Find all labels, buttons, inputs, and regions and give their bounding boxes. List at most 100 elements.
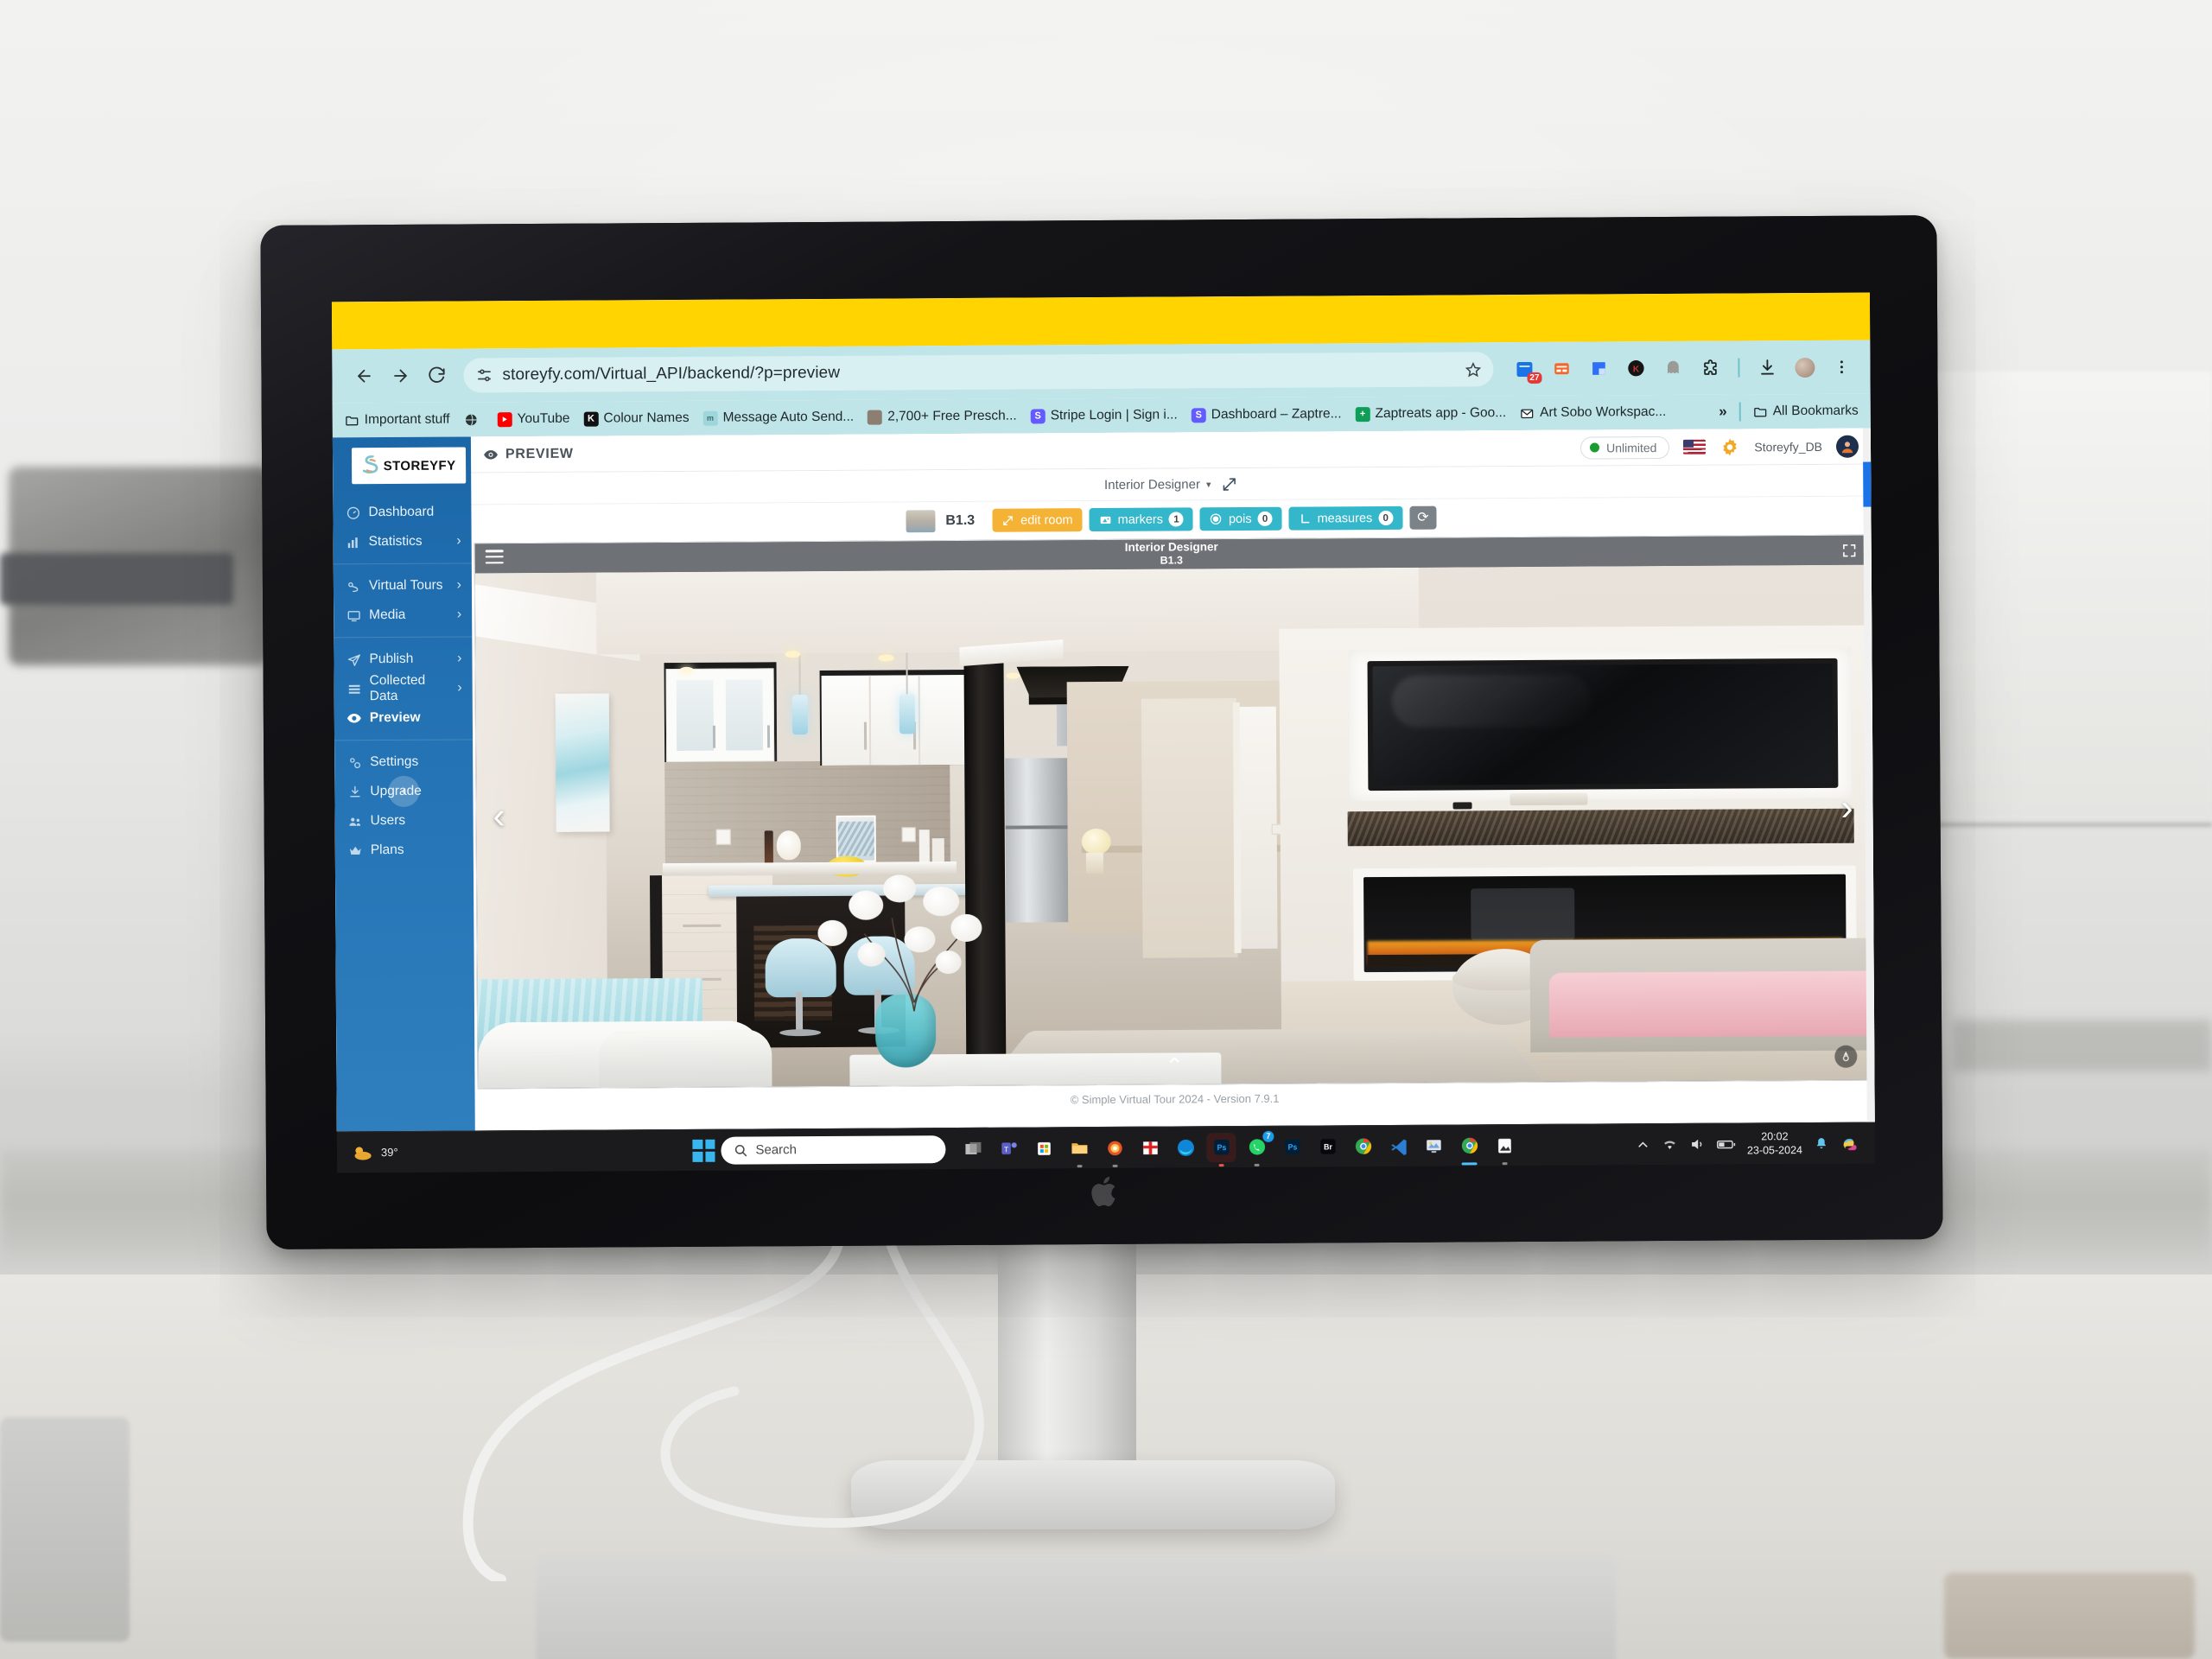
tour-select[interactable]: Interior Designer ▾ bbox=[1104, 477, 1211, 493]
battery-icon[interactable] bbox=[1717, 1137, 1736, 1151]
bookmark-item[interactable] bbox=[464, 412, 484, 427]
plan-badge[interactable]: Unlimited bbox=[1580, 435, 1670, 460]
all-bookmarks-button[interactable]: All Bookmarks bbox=[1753, 404, 1859, 420]
sidebar-item-preview[interactable]: Preview bbox=[334, 702, 473, 733]
mouse-pad bbox=[1944, 1573, 2195, 1659]
photoshop-icon[interactable]: Ps bbox=[1277, 1132, 1306, 1161]
bookmark-item[interactable]: + Zaptreats app - Goo... bbox=[1355, 405, 1506, 422]
windows-start-icon[interactable] bbox=[692, 1139, 715, 1162]
stripe-icon: S bbox=[1191, 407, 1206, 423]
kite-extension-icon[interactable]: K bbox=[1621, 353, 1650, 383]
sidebar-collapse-button[interactable]: ‹ bbox=[388, 775, 420, 808]
bookmark-item[interactable]: m Message Auto Send... bbox=[702, 410, 854, 426]
panorama-viewer[interactable]: Interior Designer B1.3 ‹ › ⌃ bbox=[474, 534, 1872, 1090]
globe-icon bbox=[464, 412, 479, 427]
fullscreen-icon[interactable] bbox=[1841, 543, 1858, 559]
gift-icon[interactable] bbox=[1135, 1133, 1165, 1162]
page-scrollbar-thumb[interactable] bbox=[1863, 461, 1872, 507]
storeyfy-logo[interactable]: STOREYFY bbox=[351, 447, 467, 485]
photoshop-icon[interactable]: Ps bbox=[1206, 1132, 1236, 1166]
clock[interactable]: 20:02 23-05-2024 bbox=[1747, 1130, 1802, 1157]
volume-icon[interactable] bbox=[1689, 1136, 1706, 1153]
tv-icon[interactable] bbox=[1419, 1131, 1448, 1160]
measures-button[interactable]: measures 0 bbox=[1288, 505, 1403, 531]
bookmark-item[interactable]: 2,700+ Free Presch... bbox=[868, 409, 1017, 425]
chrome-icon[interactable] bbox=[1454, 1131, 1484, 1165]
sidebar-item-media[interactable]: Media › bbox=[334, 600, 472, 630]
room-code: B1.3 bbox=[945, 512, 976, 528]
bookmark-label: Art Sobo Workspac... bbox=[1540, 404, 1667, 420]
edge-icon[interactable] bbox=[1171, 1133, 1200, 1162]
us-flag-icon[interactable] bbox=[1683, 439, 1707, 454]
back-arrow-icon[interactable] bbox=[346, 358, 382, 394]
sidebar-item-label: Users bbox=[370, 812, 406, 829]
bookmark-item[interactable]: K Colour Names bbox=[583, 410, 690, 427]
wifi-icon[interactable] bbox=[1662, 1136, 1678, 1153]
sidebar-item-label: Plans bbox=[370, 842, 404, 858]
task-view-icon[interactable] bbox=[958, 1134, 988, 1163]
refresh-button[interactable]: ⟳ bbox=[1409, 505, 1437, 530]
bookmarks-overflow-button[interactable]: » bbox=[1719, 404, 1727, 421]
sidebar-item-plans[interactable]: Plans bbox=[335, 835, 474, 865]
weather-widget[interactable]: 39° bbox=[353, 1142, 398, 1161]
copilot-icon[interactable] bbox=[1840, 1134, 1859, 1153]
bookmark-item[interactable]: Art Sobo Workspac... bbox=[1520, 404, 1666, 421]
gear-icon[interactable] bbox=[1719, 436, 1740, 457]
edit-room-button[interactable]: edit room bbox=[992, 508, 1083, 532]
photos-icon[interactable] bbox=[1100, 1133, 1129, 1167]
sidebar-item-users[interactable]: Users bbox=[335, 805, 474, 836]
chevron-right-icon: › bbox=[457, 651, 462, 666]
docs-extension-icon[interactable] bbox=[1584, 353, 1613, 383]
bookmark-item[interactable]: S Stripe Login | Sign i... bbox=[1030, 407, 1178, 423]
whatsapp-icon[interactable]: 7 bbox=[1242, 1130, 1274, 1166]
photos-app-icon[interactable] bbox=[1490, 1131, 1519, 1165]
monitor-bezel: storeyfy.com/Virtual_API/backend/?p=prev… bbox=[260, 215, 1943, 1249]
download-icon[interactable] bbox=[1752, 353, 1782, 382]
sidebar-item-dashboard[interactable]: Dashboard bbox=[333, 497, 471, 527]
bell-icon[interactable] bbox=[1814, 1135, 1829, 1151]
avatar[interactable] bbox=[1835, 435, 1859, 458]
chrome-icon[interactable] bbox=[1348, 1132, 1377, 1161]
app-active-indicator bbox=[1461, 1161, 1478, 1165]
sidebar-item-label: Dashboard bbox=[368, 504, 435, 520]
calendar-extension-icon[interactable]: 27 bbox=[1510, 354, 1542, 384]
markers-button[interactable]: markers 1 bbox=[1089, 507, 1194, 532]
status-dot bbox=[1590, 442, 1600, 453]
sidebar-item-label: Virtual Tours bbox=[368, 577, 443, 594]
sidebar-item-settings[interactable]: Settings bbox=[334, 747, 473, 777]
room-thumbnail[interactable] bbox=[906, 509, 936, 532]
kebab-menu-icon[interactable] bbox=[1827, 353, 1856, 382]
pois-button[interactable]: pois 0 bbox=[1199, 506, 1282, 531]
sidebar-item-collected-data[interactable]: Collected Data › bbox=[334, 673, 473, 703]
search-input[interactable]: Search bbox=[721, 1135, 946, 1165]
bookmark-item[interactable]: Important stuff bbox=[345, 412, 450, 429]
puzzle-extension-icon[interactable] bbox=[1695, 353, 1725, 383]
bookmark-item[interactable]: S Dashboard – Zaptre... bbox=[1191, 406, 1342, 423]
grid-extension-icon[interactable] bbox=[1547, 354, 1576, 384]
teams-icon[interactable]: T bbox=[994, 1134, 1023, 1163]
ghost-extension-icon[interactable] bbox=[1658, 353, 1688, 383]
file-explorer-icon[interactable] bbox=[1065, 1134, 1094, 1167]
scene-list-toggle[interactable]: ⌃ bbox=[1165, 1052, 1184, 1078]
hamburger-icon[interactable] bbox=[485, 550, 504, 564]
bridge-icon[interactable]: Br bbox=[1313, 1132, 1342, 1161]
reload-icon[interactable] bbox=[418, 358, 454, 394]
address-bar[interactable]: storeyfy.com/Virtual_API/backend/?p=prev… bbox=[463, 352, 1494, 393]
microsoft-store-icon[interactable] bbox=[1029, 1134, 1058, 1163]
sidebar-item-virtual-tours[interactable]: Virtual Tours › bbox=[334, 570, 472, 601]
next-scene-button[interactable]: › bbox=[1829, 787, 1864, 828]
edit-pencil-icon[interactable] bbox=[1221, 476, 1237, 493]
previous-scene-button[interactable]: ‹ bbox=[481, 795, 516, 836]
background-left-object-shadow bbox=[0, 553, 233, 605]
vscode-icon[interactable] bbox=[1383, 1131, 1413, 1160]
svg-text:K: K bbox=[1633, 365, 1640, 374]
chevron-up-icon[interactable] bbox=[1636, 1137, 1650, 1152]
forward-arrow-icon[interactable] bbox=[382, 358, 418, 394]
compass-icon[interactable] bbox=[1834, 1045, 1858, 1068]
profile-avatar-icon[interactable] bbox=[1789, 353, 1819, 382]
panorama-image[interactable] bbox=[474, 564, 1872, 1089]
sidebar-item-publish[interactable]: Publish › bbox=[334, 644, 472, 674]
bookmark-star-icon[interactable] bbox=[1465, 361, 1482, 378]
bookmark-item[interactable]: YouTube bbox=[497, 411, 570, 428]
sidebar-item-statistics[interactable]: Statistics › bbox=[334, 526, 472, 556]
